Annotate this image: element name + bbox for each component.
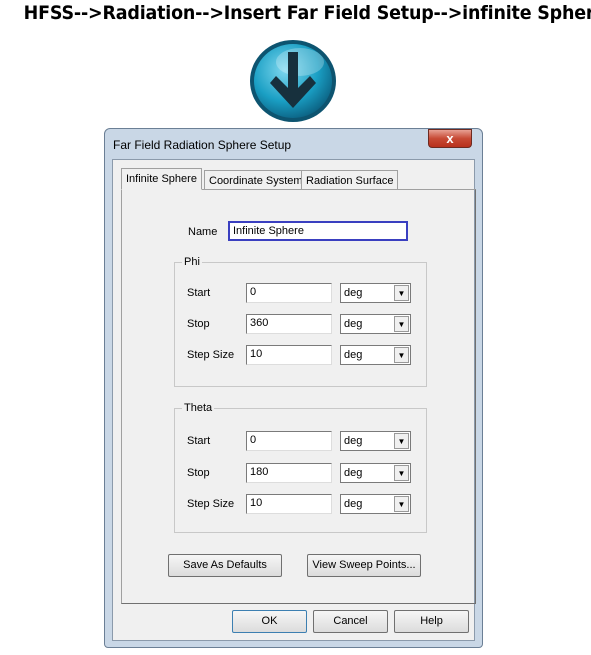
name-input[interactable]: Infinite Sphere — [228, 221, 408, 241]
phi-stop-input[interactable]: 360 — [246, 314, 332, 334]
phi-start-input[interactable]: 0 — [246, 283, 332, 303]
far-field-setup-dialog: Far Field Radiation Sphere Setup x Infin… — [104, 128, 483, 648]
unit-value: deg — [344, 467, 363, 479]
theta-start-input[interactable]: 0 — [246, 431, 332, 451]
close-icon: x — [446, 131, 454, 146]
theta-stop-unit-select[interactable]: deg ▼ — [340, 463, 411, 483]
chevron-down-icon[interactable]: ▼ — [394, 465, 409, 481]
tab-coordinate-system[interactable]: Coordinate System — [204, 170, 308, 190]
help-button[interactable]: Help — [394, 610, 469, 633]
phi-step-input[interactable]: 10 — [246, 345, 332, 365]
theta-step-label: Step Size — [187, 498, 235, 510]
ok-button[interactable]: OK — [232, 610, 307, 633]
unit-value: deg — [344, 287, 363, 299]
theta-stop-label: Stop — [187, 467, 210, 479]
tab-panel: Name Infinite Sphere Phi Start 0 deg ▼ St… — [121, 189, 476, 604]
chevron-down-icon[interactable]: ▼ — [394, 285, 409, 301]
cancel-button[interactable]: Cancel — [313, 610, 388, 633]
unit-value: deg — [344, 498, 363, 510]
down-arrow-icon — [250, 40, 336, 122]
theta-start-unit-select[interactable]: deg ▼ — [340, 431, 411, 451]
phi-step-label: Step Size — [187, 349, 235, 361]
phi-caption: Phi — [182, 256, 202, 268]
page-heading: HFSS-->Radiation-->Insert Far Field Setu… — [23, 2, 591, 24]
chevron-down-icon[interactable]: ▼ — [394, 433, 409, 449]
save-as-defaults-button[interactable]: Save As Defaults — [168, 554, 282, 577]
unit-value: deg — [344, 318, 363, 330]
phi-start-label: Start — [187, 287, 211, 299]
phi-stop-label: Stop — [187, 318, 210, 330]
theta-step-input[interactable]: 10 — [246, 494, 332, 514]
tab-infinite-sphere[interactable]: Infinite Sphere — [121, 168, 202, 190]
unit-value: deg — [344, 435, 363, 447]
phi-group: Phi Start 0 deg ▼ Stop 360 deg ▼ Step Size… — [174, 256, 427, 387]
view-sweep-points-button[interactable]: View Sweep Points... — [307, 554, 421, 577]
phi-start-unit-select[interactable]: deg ▼ — [340, 283, 411, 303]
theta-step-unit-select[interactable]: deg ▼ — [340, 494, 411, 514]
theta-stop-input[interactable]: 180 — [246, 463, 332, 483]
chevron-down-icon[interactable]: ▼ — [394, 496, 409, 512]
phi-stop-unit-select[interactable]: deg ▼ — [340, 314, 411, 334]
dialog-client: Infinite Sphere Coordinate System Radiat… — [112, 159, 476, 641]
unit-value: deg — [344, 349, 363, 361]
chevron-down-icon[interactable]: ▼ — [394, 316, 409, 332]
tab-radiation-surface[interactable]: Radiation Surface — [301, 170, 399, 190]
theta-caption: Theta — [182, 402, 215, 414]
theta-group: Theta Start 0 deg ▼ Stop 180 deg ▼ Step Si… — [174, 402, 427, 533]
title-bar: Far Field Radiation Sphere Setup x — [105, 129, 482, 159]
chevron-down-icon[interactable]: ▼ — [394, 347, 409, 363]
phi-step-unit-select[interactable]: deg ▼ — [340, 345, 411, 365]
dialog-title: Far Field Radiation Sphere Setup — [113, 138, 292, 152]
theta-start-label: Start — [187, 435, 211, 447]
close-button[interactable]: x — [428, 129, 472, 148]
name-label: Name — [188, 226, 218, 238]
